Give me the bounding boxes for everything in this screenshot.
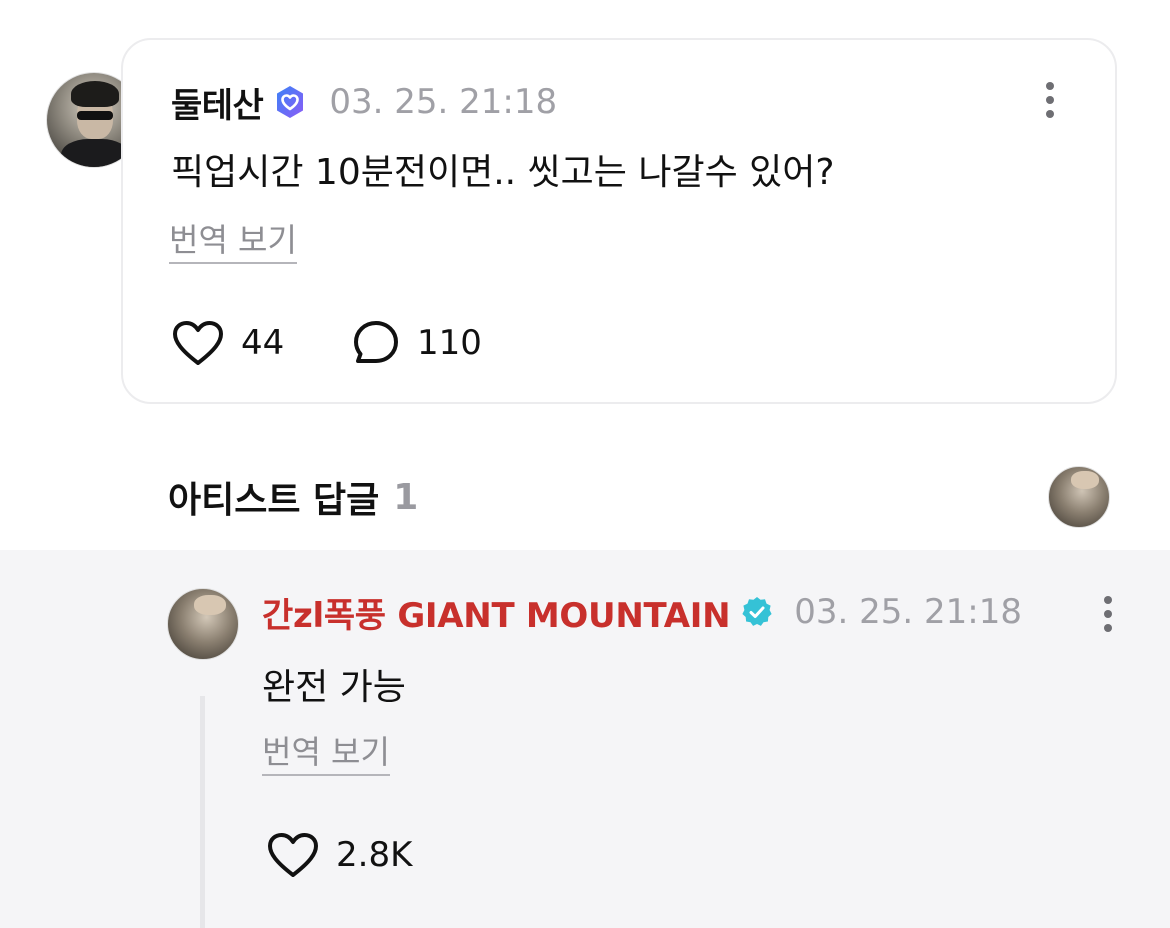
comment-bubble-icon bbox=[354, 321, 398, 363]
avatar-figure-body bbox=[61, 139, 129, 167]
verified-check-icon bbox=[740, 595, 774, 629]
reply-more-options-icon[interactable] bbox=[1098, 592, 1118, 636]
post-author-name[interactable]: 둘테산 bbox=[171, 78, 264, 127]
artist-replies-header: 아티스트 답글 1 bbox=[168, 472, 418, 522]
heart-icon bbox=[173, 321, 223, 365]
post-header: 둘테산 03. 25. 21:18 bbox=[171, 78, 558, 127]
reply-like-count: 2.8K bbox=[336, 835, 413, 875]
reply-body-text: 완전 가능 bbox=[262, 667, 406, 708]
artist-reply-section: 간zl폭풍 GIANT MOUNTAIN 03. 25. 21:18 완전 가능… bbox=[0, 550, 1170, 928]
post-card: 둘테산 03. 25. 21:18 픽업시간 10분전이면.. 씻고는 나갈수 … bbox=[121, 38, 1117, 404]
artist-replies-count: 1 bbox=[393, 476, 419, 518]
reply-author-name[interactable]: 간zl폭풍 GIANT MOUNTAIN bbox=[262, 588, 731, 637]
post-timestamp: 03. 25. 21:18 bbox=[329, 82, 558, 122]
reply-like-button[interactable]: 2.8K bbox=[266, 830, 412, 880]
reply-author-avatar[interactable] bbox=[167, 588, 239, 660]
reply-translate-link[interactable]: 번역 보기 bbox=[262, 732, 390, 776]
post-more-options-icon[interactable] bbox=[1040, 78, 1060, 122]
artist-avatar-small[interactable] bbox=[1048, 466, 1110, 528]
reply-header: 간zl폭풍 GIANT MOUNTAIN 03. 25. 21:18 bbox=[262, 588, 1022, 637]
post-comment-count: 110 bbox=[417, 323, 482, 363]
avatar-figure-hand bbox=[1071, 471, 1099, 489]
post-like-count: 44 bbox=[241, 323, 285, 363]
post-comment-button[interactable]: 110 bbox=[351, 318, 482, 368]
post-detail-page: 둘테산 03. 25. 21:18 픽업시간 10분전이면.. 씻고는 나갈수 … bbox=[0, 0, 1170, 928]
fan-heart-badge-icon bbox=[273, 85, 307, 119]
thread-line bbox=[200, 696, 205, 928]
avatar-figure-hand bbox=[194, 595, 226, 615]
reply-timestamp: 03. 25. 21:18 bbox=[794, 592, 1022, 632]
post-translate-link[interactable]: 번역 보기 bbox=[169, 220, 297, 264]
avatar-figure-sunglasses bbox=[77, 111, 113, 120]
artist-replies-title: 아티스트 답글 bbox=[168, 480, 380, 521]
avatar-figure-hair bbox=[71, 81, 119, 107]
post-body-text: 픽업시간 10분전이면.. 씻고는 나갈수 있어? bbox=[171, 152, 835, 193]
post-like-button[interactable]: 44 bbox=[171, 318, 284, 368]
heart-icon bbox=[268, 833, 318, 877]
